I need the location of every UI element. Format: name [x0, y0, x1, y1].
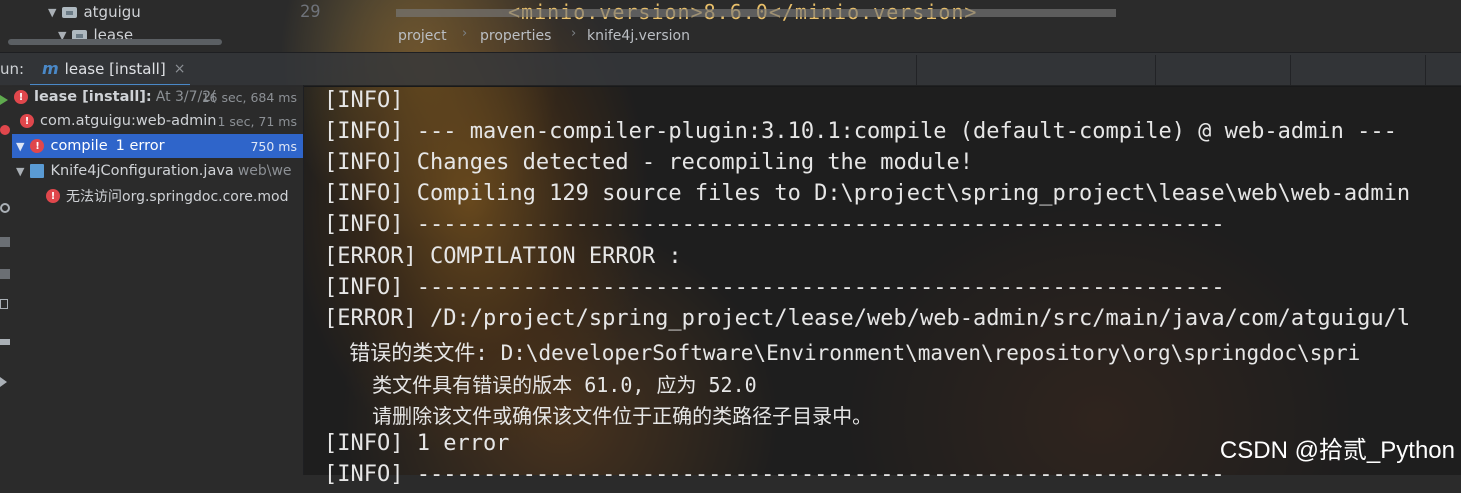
console-line: [INFO] Compiling 129 source files to D:\…	[324, 181, 1411, 206]
settings-icon[interactable]	[0, 269, 10, 279]
console-line: 错误的类文件: D:\developerSoftware\Environment…	[324, 341, 1361, 365]
build-row-timer: 750 ms	[250, 138, 297, 154]
console-output[interactable]: [INFO] [INFO] --- maven-compiler-plugin:…	[304, 85, 1461, 487]
tab-label: lease [install]	[64, 59, 166, 78]
console-line: [INFO] ---------------------------------…	[324, 462, 1225, 487]
print-icon[interactable]	[0, 339, 10, 345]
build-row-web-admin[interactable]: ! com.atguigu:web-admin 1 sec, 71 ms	[12, 109, 303, 133]
build-row-lease-install[interactable]: ! lease [install]: At 3/7/2( 16 sec, 684…	[12, 85, 303, 109]
error-icon: !	[20, 114, 34, 128]
run-tool-window-header: un: m lease [install] ×	[0, 52, 1461, 87]
build-row-label: lease [install]:	[34, 89, 152, 105]
console-line: [INFO] ---------------------------------…	[324, 212, 1225, 237]
error-icon: !	[14, 90, 28, 104]
build-row-label: 无法访问org.springdoc.core.mod	[66, 189, 289, 205]
build-tree: ! lease [install]: At 3/7/2( 16 sec, 684…	[12, 85, 304, 475]
chevron-down-icon: ▼	[48, 5, 57, 19]
console-line: [INFO] Changes detected - recompiling th…	[324, 150, 974, 175]
stop-icon[interactable]	[0, 125, 10, 135]
build-row-timer: 16 sec, 684 ms	[201, 89, 297, 105]
build-row-error-message[interactable]: ! 无法访问org.springdoc.core.mod	[12, 184, 303, 208]
toolbar-divider	[1290, 55, 1291, 85]
line-number: 29	[300, 2, 321, 22]
highlight-overlay	[396, 9, 1116, 17]
toolbar-divider	[1155, 55, 1156, 85]
build-row-detail: 1 error	[115, 138, 165, 154]
horizontal-scrollbar[interactable]	[8, 39, 222, 45]
maven-icon: m	[42, 59, 59, 78]
breadcrumb-knife4j-version[interactable]: knife4j.version	[587, 25, 690, 47]
filter-icon[interactable]	[0, 203, 10, 213]
console-line: [ERROR] COMPILATION ERROR :	[324, 244, 682, 269]
run-label: un:	[0, 60, 25, 78]
console-line: [INFO] 1 error	[324, 431, 510, 456]
close-icon[interactable]: ×	[174, 61, 186, 77]
chevron-down-icon: ▼	[16, 164, 25, 178]
layout-icon[interactable]	[0, 299, 8, 309]
run-side-toolbar	[0, 85, 12, 475]
breadcrumb-separator-icon: ›	[571, 26, 577, 41]
toolbar-divider	[1425, 55, 1426, 85]
project-tree: ▼ atguigu ▼ lease	[0, 0, 282, 52]
breadcrumb-project[interactable]: project	[398, 25, 447, 47]
pin-icon[interactable]	[0, 237, 10, 247]
console-line: [INFO] ---------------------------------…	[324, 275, 1225, 300]
java-file-icon	[30, 164, 45, 178]
code-line[interactable]: <minio.version>8.6.0</minio.version>	[396, 0, 1116, 24]
console-line: [ERROR] /D:/project/spring_project/lease…	[324, 306, 1411, 331]
console-line: 类文件具有错误的版本 61.0, 应为 52.0	[324, 373, 757, 397]
build-row-timer: 1 sec, 71 ms	[217, 113, 297, 129]
export-icon[interactable]	[0, 377, 7, 387]
watermark: CSDN @拾贰_Python	[1219, 437, 1455, 464]
tree-item-atguigu[interactable]: ▼ atguigu	[48, 1, 141, 23]
build-row-knife4j-configuration[interactable]: ▼ Knife4jConfiguration.java web\we	[12, 159, 303, 183]
breadcrumb-properties[interactable]: properties	[480, 25, 551, 47]
error-icon: !	[30, 139, 45, 153]
tab-lease-install[interactable]: m lease [install] ×	[30, 53, 190, 87]
chevron-down-icon: ▼	[16, 139, 25, 153]
build-row-label: com.atguigu:web-admin	[40, 113, 217, 129]
build-row-label: Knife4jConfiguration.java	[50, 163, 234, 179]
build-row-detail: web\we	[237, 163, 292, 179]
console-line: 请删除该文件或确保该文件位于正确的类路径子目录中。	[324, 404, 873, 428]
folder-icon	[62, 6, 78, 18]
console-line: [INFO]	[324, 88, 404, 113]
build-row-compile[interactable]: ▼ ! compile 1 error 750 ms	[12, 134, 303, 158]
error-icon: !	[46, 189, 60, 203]
console-line: [INFO] --- maven-compiler-plugin:3.10.1:…	[324, 119, 1397, 144]
breadcrumb-separator-icon: ›	[462, 26, 468, 41]
build-row-label: compile	[50, 138, 108, 154]
rerun-icon[interactable]	[0, 95, 8, 105]
toolbar-divider	[916, 55, 917, 85]
tree-item-label: atguigu	[83, 3, 141, 21]
